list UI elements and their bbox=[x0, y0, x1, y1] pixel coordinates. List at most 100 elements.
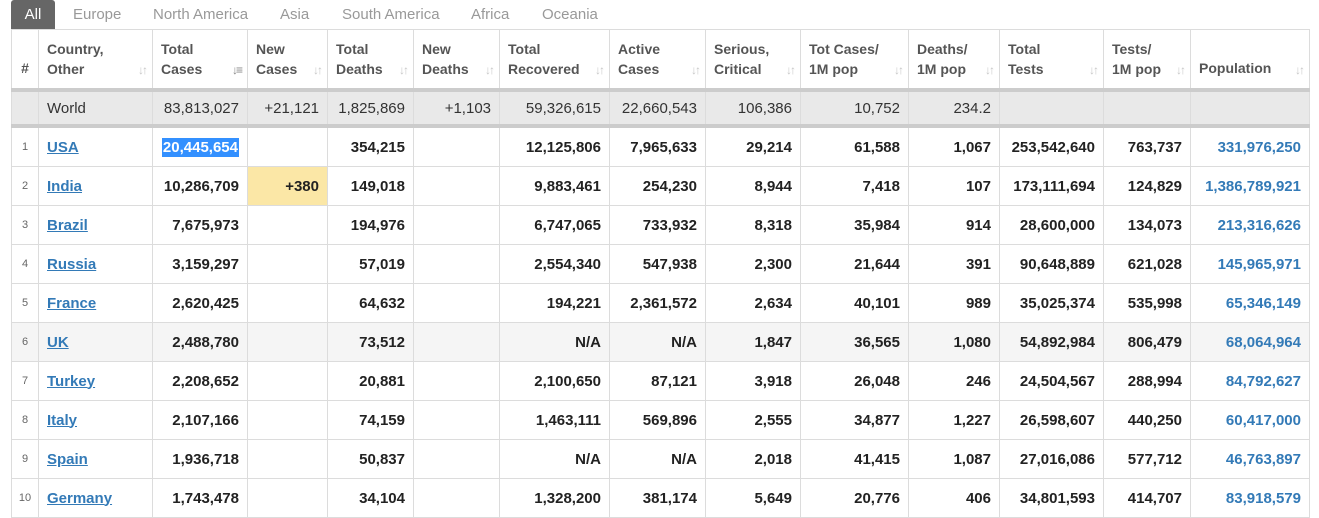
column-header-total-deaths[interactable]: Total Deaths ↓↑ bbox=[327, 29, 414, 91]
tab-europe[interactable]: Europe bbox=[73, 0, 121, 29]
cell-deaths-per-1m: 234.2 bbox=[908, 88, 1000, 128]
cell-total-recovered: 2,554,340 bbox=[499, 244, 610, 284]
cell-new-cases bbox=[247, 439, 328, 479]
sort-desc-icon[interactable]: ↓≡ bbox=[232, 60, 243, 80]
column-header-new-deaths[interactable]: New Deaths ↓↑ bbox=[413, 29, 500, 91]
column-header-label: Deaths bbox=[336, 61, 383, 77]
column-header-tests-per-1m[interactable]: Tests/1M pop ↓↑ bbox=[1103, 29, 1191, 91]
country-link[interactable]: Germany bbox=[47, 490, 112, 507]
sort-icon[interactable]: ↓↑ bbox=[985, 60, 995, 80]
country-link[interactable]: Italy bbox=[47, 412, 77, 429]
cell-cases-per-1m: 7,418 bbox=[800, 166, 909, 206]
cell-total-deaths: 50,837 bbox=[327, 439, 414, 479]
cell-total-cases: 2,107,166 bbox=[152, 400, 248, 440]
sort-icon[interactable]: ↓↑ bbox=[313, 60, 323, 80]
country-link[interactable]: USA bbox=[47, 139, 79, 156]
sort-icon[interactable]: ↓↑ bbox=[894, 60, 904, 80]
sort-icon[interactable]: ↓↑ bbox=[138, 60, 148, 80]
sort-icon[interactable]: ↓↑ bbox=[1089, 60, 1099, 80]
cell-population: 84,792,627 bbox=[1190, 361, 1310, 401]
cell-index: 9 bbox=[11, 439, 39, 479]
cell-total-recovered: N/A bbox=[499, 322, 610, 362]
column-header-label: New bbox=[256, 41, 285, 57]
column-header-label: Cases bbox=[618, 61, 660, 77]
sort-icon[interactable]: ↓↑ bbox=[399, 60, 409, 80]
cell-population: 68,064,964 bbox=[1190, 322, 1310, 362]
column-header-total-tests[interactable]: Total Tests ↓↑ bbox=[999, 29, 1104, 91]
cell-active-cases: 547,938 bbox=[609, 244, 706, 284]
column-header-serious-critical[interactable]: Serious, Critical ↓↑ bbox=[705, 29, 801, 91]
cell-tests-per-1m: 806,479 bbox=[1103, 322, 1191, 362]
cell-tests-per-1m: 288,994 bbox=[1103, 361, 1191, 401]
column-header-index[interactable]: # bbox=[11, 29, 39, 91]
column-header-cases-per-1m[interactable]: Tot Cases/1M pop ↓↑ bbox=[800, 29, 909, 91]
country-link[interactable]: Turkey bbox=[47, 373, 95, 390]
cell-total-tests: 90,648,889 bbox=[999, 244, 1104, 284]
tab-all[interactable]: All bbox=[11, 0, 55, 29]
cell-deaths-per-1m: 1,227 bbox=[908, 400, 1000, 440]
tab-oceania[interactable]: Oceania bbox=[542, 0, 598, 29]
cell-tests-per-1m: 414,707 bbox=[1103, 478, 1191, 518]
sort-icon[interactable]: ↓↑ bbox=[1295, 60, 1305, 80]
cell-total-cases: 7,675,973 bbox=[152, 205, 248, 245]
cell-active-cases: 87,121 bbox=[609, 361, 706, 401]
table-row: 6 UK 2,488,780 73,512 N/A N/A 1,847 36,565 1,080… bbox=[11, 322, 1310, 362]
column-header-country[interactable]: Country, Other ↓↑ bbox=[38, 29, 153, 91]
column-header-label: Other bbox=[47, 61, 85, 77]
table-row: 5 France 2,620,425 64,632 194,221 2,361,572 2,… bbox=[11, 283, 1310, 323]
cell-total-cases: 2,620,425 bbox=[152, 283, 248, 323]
country-link[interactable]: UK bbox=[47, 334, 69, 351]
cell-deaths-per-1m: 1,067 bbox=[908, 125, 1000, 167]
cell-cases-per-1m: 26,048 bbox=[800, 361, 909, 401]
covid-stats-table: # Country, Other ↓↑ Total Cases ↓≡ New Cases ↓↑ To… bbox=[11, 29, 1310, 518]
cell-serious-critical: 29,214 bbox=[705, 125, 801, 167]
cell-cases-per-1m: 36,565 bbox=[800, 322, 909, 362]
sort-icon[interactable]: ↓↑ bbox=[1176, 60, 1186, 80]
cell-total-deaths: 57,019 bbox=[327, 244, 414, 284]
country-link[interactable]: Brazil bbox=[47, 217, 88, 234]
cell-total-cases: 1,936,718 bbox=[152, 439, 248, 479]
cell-new-deaths bbox=[413, 283, 500, 323]
cell-index: 8 bbox=[11, 400, 39, 440]
cell-population: 83,918,579 bbox=[1190, 478, 1310, 518]
cell-country: World bbox=[38, 88, 153, 128]
country-link[interactable]: France bbox=[47, 295, 96, 312]
cell-total-tests: 24,504,567 bbox=[999, 361, 1104, 401]
cell-new-cases bbox=[247, 283, 328, 323]
country-link[interactable]: India bbox=[47, 178, 82, 195]
cell-new-cases bbox=[247, 361, 328, 401]
column-header-new-cases[interactable]: New Cases ↓↑ bbox=[247, 29, 328, 91]
cell-tests-per-1m bbox=[1103, 88, 1191, 128]
selected-text[interactable]: 20,445,654 bbox=[161, 137, 239, 157]
sort-icon[interactable]: ↓↑ bbox=[485, 60, 495, 80]
cell-total-cases: 2,208,652 bbox=[152, 361, 248, 401]
tab-north-america[interactable]: North America bbox=[153, 0, 248, 29]
table-row: 10 Germany 1,743,478 34,104 1,328,200 381,174… bbox=[11, 478, 1310, 518]
cell-new-deaths bbox=[413, 361, 500, 401]
cell-total-recovered: 9,883,461 bbox=[499, 166, 610, 206]
cell-index: 1 bbox=[11, 125, 39, 167]
country-link[interactable]: Spain bbox=[47, 451, 88, 468]
sort-icon[interactable]: ↓↑ bbox=[786, 60, 796, 80]
cell-total-recovered: 194,221 bbox=[499, 283, 610, 323]
column-header-total-recovered[interactable]: Total Recovered ↓↑ bbox=[499, 29, 610, 91]
cell-total-tests bbox=[999, 88, 1104, 128]
cell-deaths-per-1m: 914 bbox=[908, 205, 1000, 245]
cell-index: 3 bbox=[11, 205, 39, 245]
tab-africa[interactable]: Africa bbox=[471, 0, 509, 29]
cell-active-cases: 254,230 bbox=[609, 166, 706, 206]
cell-country: Italy bbox=[38, 400, 153, 440]
sort-icon[interactable]: ↓↑ bbox=[595, 60, 605, 80]
column-header-deaths-per-1m[interactable]: Deaths/1M pop ↓↑ bbox=[908, 29, 1000, 91]
column-header-active-cases[interactable]: Active Cases ↓↑ bbox=[609, 29, 706, 91]
country-link[interactable]: Russia bbox=[47, 256, 96, 273]
cell-total-cases: 3,159,297 bbox=[152, 244, 248, 284]
column-header-total-cases[interactable]: Total Cases ↓≡ bbox=[152, 29, 248, 91]
cell-country: Spain bbox=[38, 439, 153, 479]
column-header-label: Tests bbox=[1008, 61, 1044, 77]
sort-icon[interactable]: ↓↑ bbox=[691, 60, 701, 80]
column-header-population[interactable]: Population ↓↑ bbox=[1190, 29, 1310, 91]
cell-active-cases: N/A bbox=[609, 322, 706, 362]
tab-asia[interactable]: Asia bbox=[280, 0, 309, 29]
tab-south-america[interactable]: South America bbox=[342, 0, 440, 29]
